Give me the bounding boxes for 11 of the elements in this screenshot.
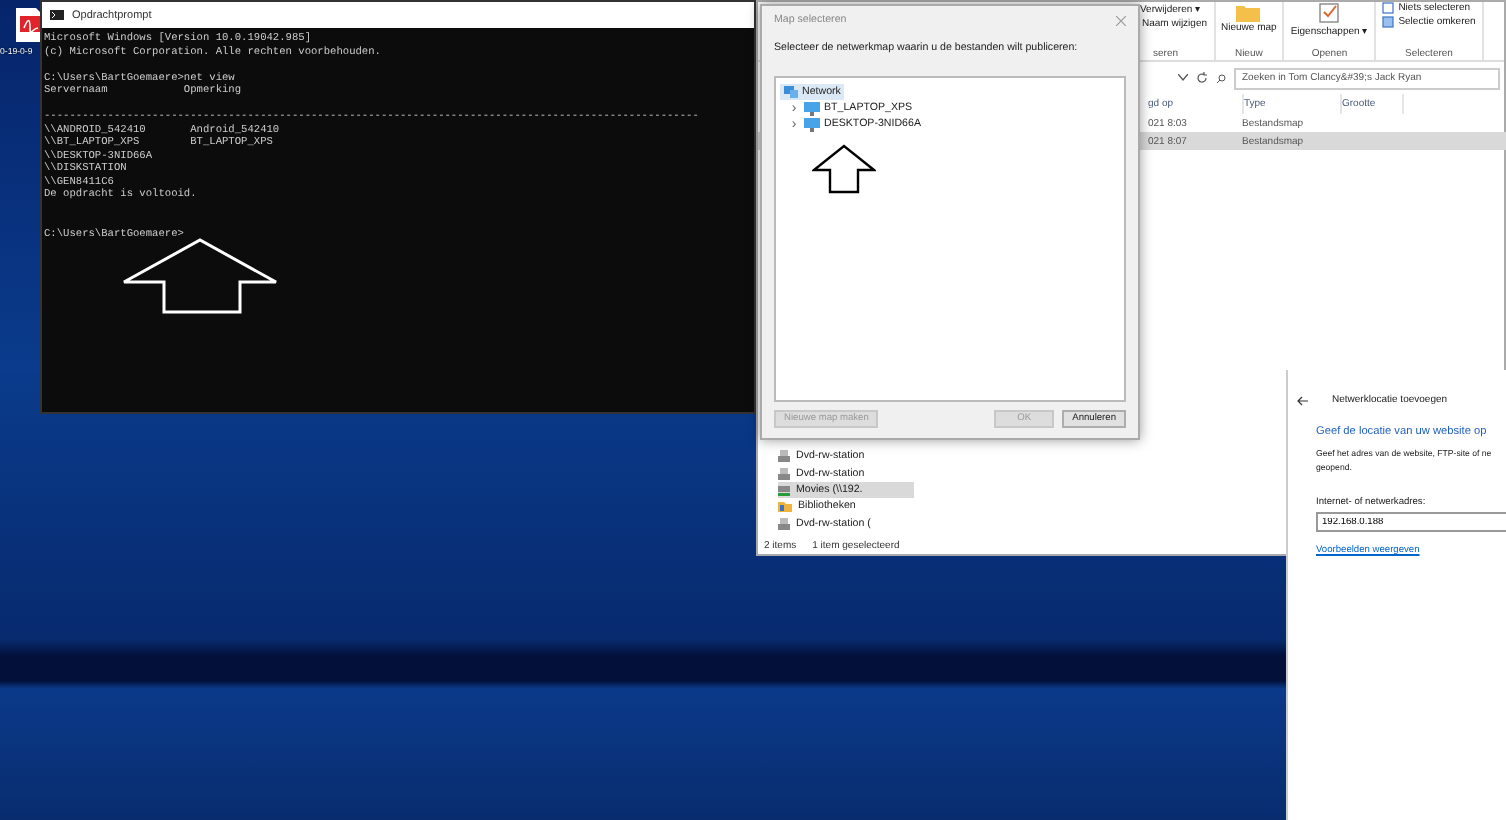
folder-icon: [1236, 2, 1261, 22]
up-arrow-drawing: [812, 144, 876, 194]
network-drive-icon: [778, 485, 790, 496]
back-arrow-icon[interactable]: [1296, 395, 1308, 405]
library-icon: [778, 500, 792, 513]
drive-icon: [778, 517, 790, 530]
chevron-down-icon[interactable]: [1178, 74, 1188, 82]
network-icon: [784, 86, 798, 98]
terminal-icon: [50, 10, 64, 20]
search-icon: [1216, 73, 1226, 83]
refresh-icon[interactable]: [1196, 72, 1208, 84]
